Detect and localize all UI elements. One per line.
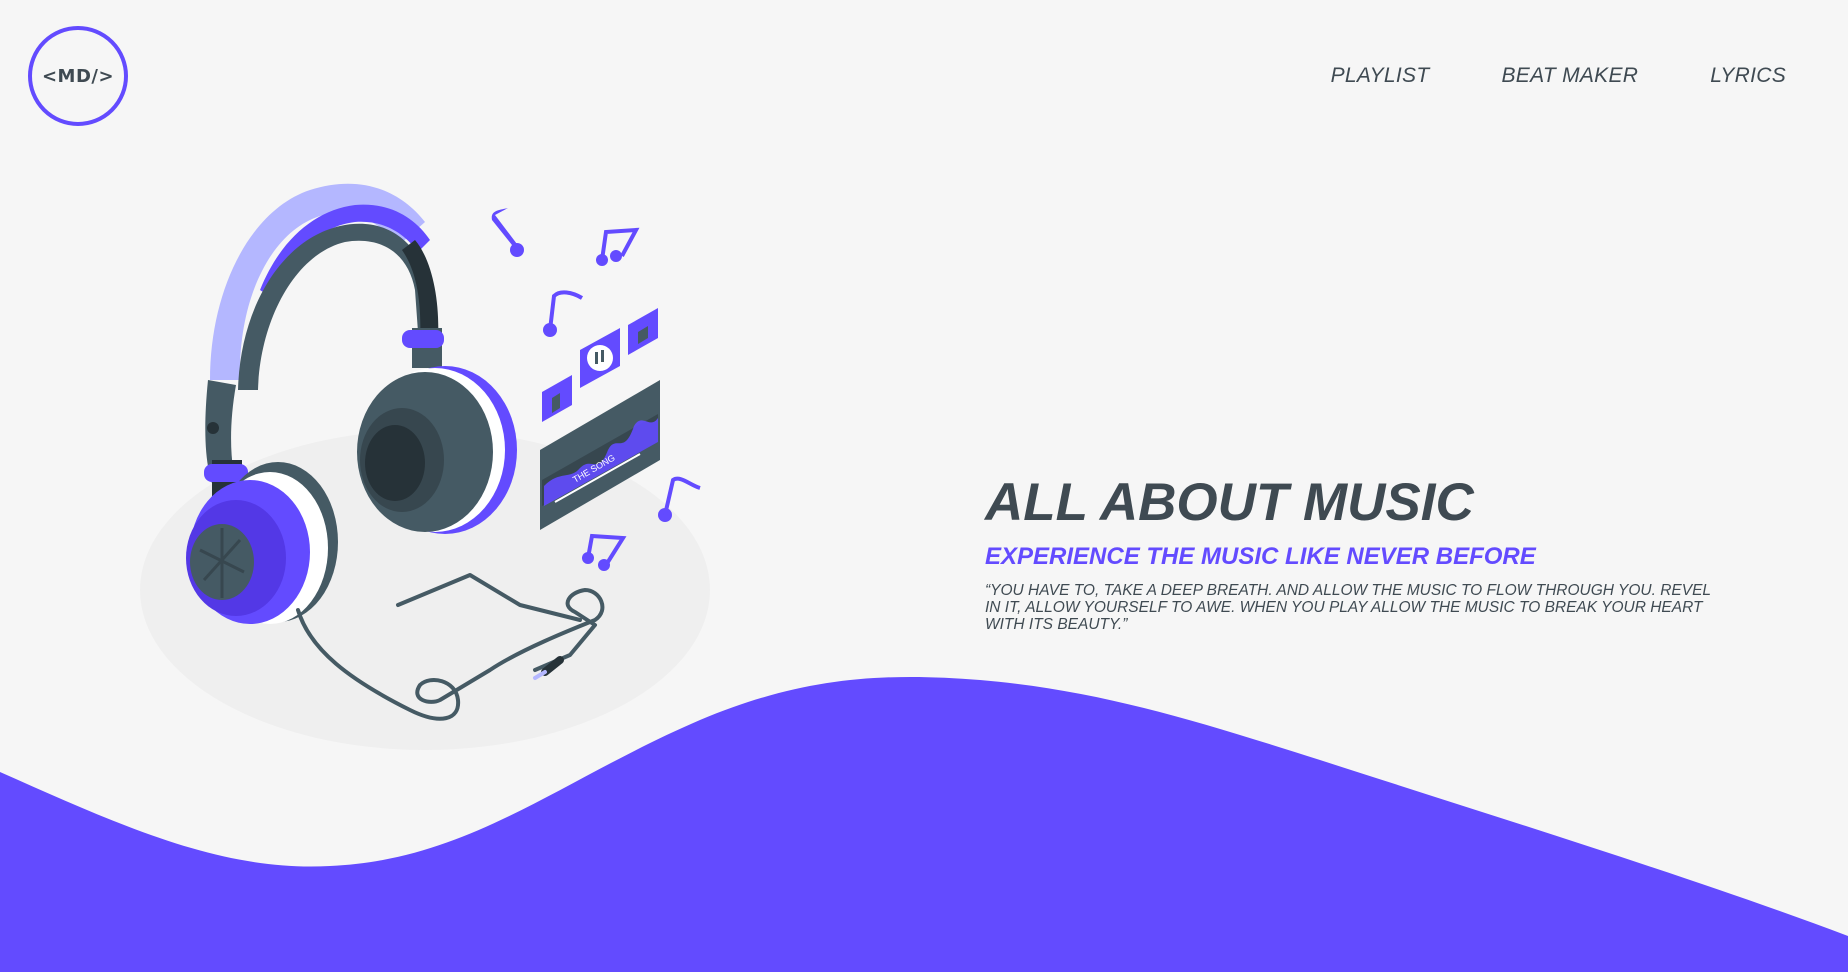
hero-title: ALL ABOUT MUSIC <box>985 473 1474 532</box>
logo[interactable]: <MD/> <box>28 26 128 126</box>
pause-icon <box>580 328 620 388</box>
nav-link-playlist[interactable]: PLAYLIST <box>1331 64 1430 88</box>
hero-quote: “YOU HAVE TO, TAKE A DEEP BREATH. AND AL… <box>985 582 1711 633</box>
headphones-illustration: THE SONG <box>140 183 710 750</box>
nav-link-lyrics[interactable]: LYRICS <box>1710 64 1786 88</box>
hero-section: ALL ABOUT MUSIC EXPERIENCE THE MUSIC LIK… <box>985 472 1715 633</box>
page: <MD/> PLAYLIST BEAT MAKER LYRICS THE SON… <box>0 0 1848 972</box>
main-nav: PLAYLIST BEAT MAKER LYRICS <box>1331 64 1786 88</box>
nav-link-beat-maker[interactable]: BEAT MAKER <box>1501 64 1638 88</box>
next-icon <box>628 308 658 355</box>
previous-icon <box>542 375 572 422</box>
logo-text: <MD/> <box>41 65 115 87</box>
hero-subtitle: EXPERIENCE THE MUSIC LIKE NEVER BEFORE <box>985 543 1536 570</box>
